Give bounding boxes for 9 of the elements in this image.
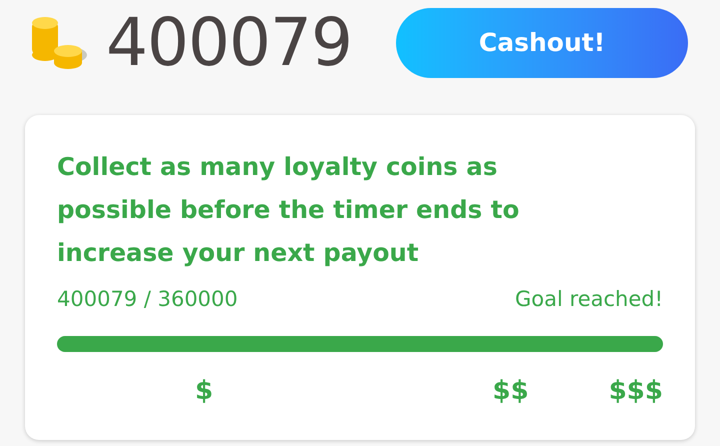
- tier-marker: $: [195, 374, 214, 408]
- instruction-text: Collect as many loyalty coins as possible before the timer ends to increase your next payout: [57, 151, 520, 269]
- tier-marker: $$: [492, 374, 529, 408]
- status-text: Goal reached!: [515, 286, 663, 313]
- coin-balance: 400079: [106, 10, 352, 76]
- coins-icon: [30, 15, 88, 71]
- tier-marker: $$$: [608, 374, 663, 408]
- cashout-button[interactable]: Cashout!: [396, 8, 688, 78]
- progress-text: 400079 / 360000: [57, 286, 238, 313]
